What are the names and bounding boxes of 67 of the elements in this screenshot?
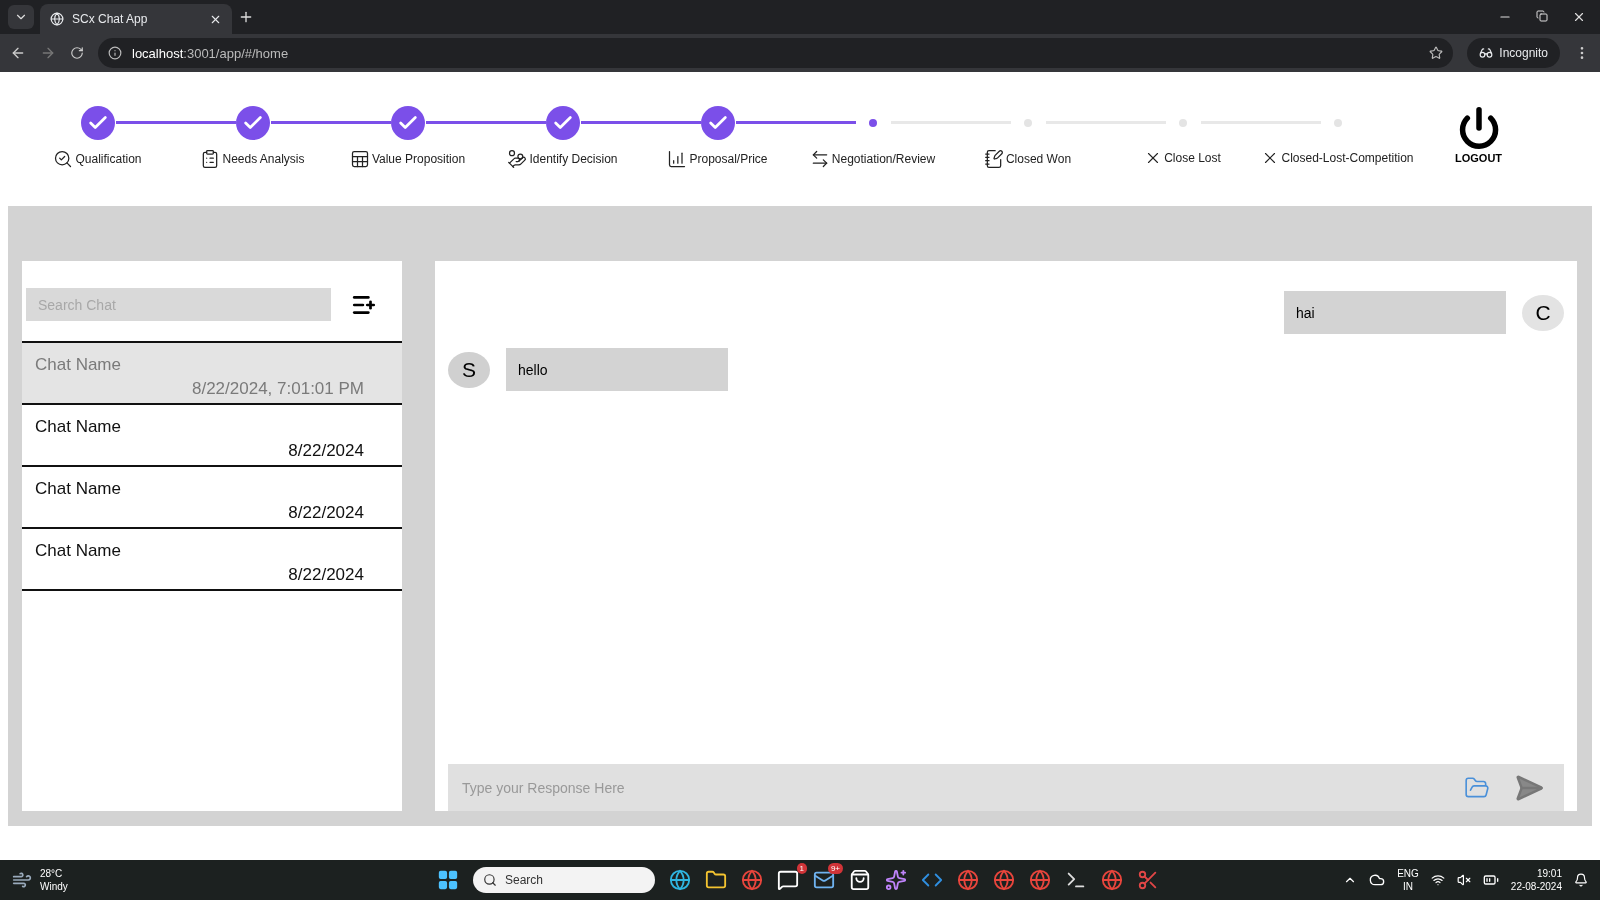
step-text: Proposal/Price [689,152,768,166]
profile-label: Incognito [1499,46,1548,60]
start-icon[interactable] [437,869,459,891]
restore-icon[interactable] [1536,10,1548,22]
chat-name: Chat Name [35,355,121,375]
step-icon [349,149,370,169]
back-icon[interactable] [10,45,26,61]
info-icon[interactable] [108,46,122,60]
notification-badge: 9+ [827,863,843,874]
close-icon[interactable] [1572,10,1586,24]
search-icon [483,873,497,887]
step-text: Identify Decision [529,152,618,166]
taskbar-search[interactable]: Search [473,867,655,893]
language-indicator[interactable]: ENG IN [1397,867,1419,893]
taskbar-app-icon[interactable] [669,869,691,891]
wind-icon [12,870,32,890]
logout-text: LOGOUT [1455,152,1503,164]
avatar: C [1522,294,1564,331]
mute-icon[interactable] [1456,873,1471,887]
step-text: Qualification [75,152,142,166]
chat-name: Chat Name [35,417,121,437]
avatar: S [448,351,490,388]
message-bubble: hai [1284,291,1506,334]
new-tab-icon[interactable] [238,9,254,25]
chat-date: 8/22/2024, 7:01:01 PM [191,379,364,399]
reload-icon[interactable] [70,46,84,60]
taskbar-app-icon[interactable] [813,869,835,891]
response-input-field[interactable]: Type your Response Here [460,778,1440,797]
temperature-text: 28°C [40,867,64,880]
step-icon [53,149,74,169]
chat-date: 8/22/2024 [288,565,364,585]
step-text: Closed-Lost-Competition [1281,151,1414,165]
globe-icon [50,12,64,26]
step-text: Close Lost [1164,151,1221,165]
chat-date: 8/22/2024 [288,503,364,523]
taskbar-app-icon[interactable] [705,869,727,891]
send-icon[interactable] [1514,772,1544,803]
weather-text: Windy [40,880,68,893]
battery-icon[interactable] [1482,872,1499,888]
bell-icon[interactable] [1574,873,1588,887]
message-bubble: hello [506,348,728,391]
taskbar-app-icon[interactable] [885,869,907,891]
step-icon [983,149,1004,169]
response-field[interactable]: Type your Response Here [448,764,1564,811]
bookmark-star-icon[interactable] [1429,46,1444,60]
incognito-icon [1479,46,1494,60]
cloud-icon[interactable] [1369,872,1386,888]
forward-icon[interactable] [40,45,56,61]
step-text: Closed Won [1005,152,1072,166]
notification-badge: 1 [796,863,807,874]
chat-name: Chat Name [35,479,121,499]
incognito-button[interactable]: Incognito [1467,38,1560,68]
chat-name: Chat Name [35,541,121,561]
url-text: localhost:3001/app/#/home [132,45,289,61]
address-bar[interactable]: localhost:3001/app/#/home [98,38,1454,68]
step-icon [667,149,688,169]
logout-button[interactable]: LOGOUT [1455,106,1503,164]
tab-list-button[interactable] [8,5,34,29]
chat-date: 8/22/2024 [288,441,364,461]
step-icon [507,149,528,169]
wifi-icon[interactable] [1430,873,1445,887]
clock[interactable]: 19:01 22-08-2024 [1510,867,1562,893]
step-text: Negotiation/Review [831,152,936,166]
tab-title: SCx Chat App [72,12,149,26]
step-text: Value Proposition [371,152,466,166]
step-text: Needs Analysis [222,152,305,166]
browser-tab[interactable]: SCx Chat App [40,4,232,34]
